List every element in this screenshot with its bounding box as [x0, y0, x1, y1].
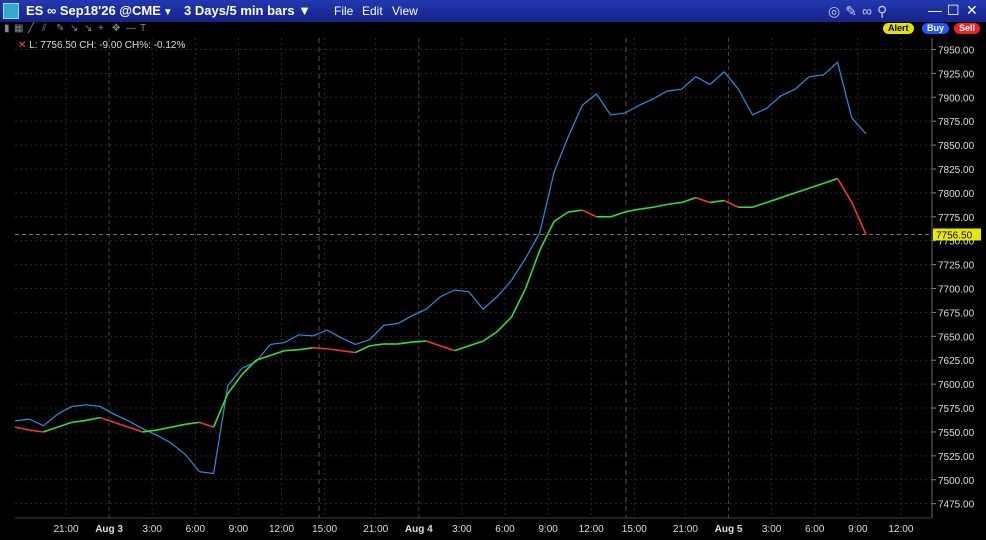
series-segment [794, 187, 810, 194]
series-segment [426, 340, 441, 347]
x-tick-label: 9:00 [848, 524, 868, 535]
x-tick-label: 21:00 [673, 524, 698, 535]
series-segment [780, 192, 796, 199]
series-segment [412, 340, 427, 343]
series-segment [766, 196, 782, 204]
x-tick-label: 3:00 [762, 524, 782, 535]
y-tick-label: 7550.00 [938, 428, 975, 439]
x-tick-label: 12:00 [579, 524, 604, 535]
series-segment [468, 340, 484, 347]
y-tick-label: 7525.00 [938, 452, 975, 463]
series-segment [667, 201, 682, 206]
series-segment [397, 341, 413, 345]
x-tick-label: 6:00 [186, 524, 206, 535]
y-tick-label: 7500.00 [938, 476, 975, 487]
series-segment [653, 203, 668, 209]
x-tick-label: 6:00 [495, 524, 515, 535]
series-segment [369, 343, 384, 347]
y-tick-label: 7825.00 [938, 165, 975, 176]
series-segment [823, 177, 838, 185]
y-tick-label: 7850.00 [938, 141, 975, 152]
series-segment [695, 196, 711, 204]
y-tick-label: 7900.00 [938, 93, 975, 104]
y-tick-label: 7875.00 [938, 117, 975, 128]
series-segment [836, 178, 853, 203]
y-tick-label: 7600.00 [938, 380, 975, 391]
series-segment [312, 347, 328, 350]
series-segment [341, 349, 356, 354]
y-tick-label: 7675.00 [938, 308, 975, 319]
series-segment [723, 199, 739, 208]
series-segment [270, 349, 285, 357]
y-tick-label: 7650.00 [938, 332, 975, 343]
x-tick-label: 21:00 [53, 524, 78, 535]
x-tick-label: 12:00 [269, 524, 294, 535]
x-tick-label: 3:00 [452, 524, 472, 535]
series-segment [14, 426, 30, 431]
series-segment [85, 416, 101, 422]
x-tick-label: 9:00 [229, 524, 249, 535]
x-tick-label: 9:00 [538, 524, 558, 535]
series-segment [114, 421, 129, 428]
series-segment [524, 249, 541, 289]
x-tick-label: 15:00 [312, 524, 337, 535]
series-segment [142, 429, 157, 433]
series-segment [185, 421, 200, 426]
series-segment [170, 423, 186, 428]
price-tag-label: 7756.50 [936, 230, 973, 241]
series-segment [638, 206, 654, 210]
series-segment [255, 354, 271, 361]
x-tick-label: Aug 4 [405, 524, 433, 535]
series-segment [510, 288, 527, 318]
y-tick-label: 7475.00 [938, 500, 975, 511]
y-tick-label: 7950.00 [938, 45, 975, 56]
series-segment [851, 202, 867, 235]
series-segment [496, 316, 512, 333]
series-segment [809, 182, 824, 189]
series-segment [43, 426, 58, 433]
y-tick-label: 7700.00 [938, 285, 975, 296]
x-tick-label: 6:00 [805, 524, 825, 535]
series-segment [298, 347, 313, 351]
y-tick-label: 7725.00 [938, 261, 975, 272]
series-segment [212, 393, 229, 428]
series-segment [681, 196, 697, 204]
series-segment [284, 348, 299, 352]
y-tick-label: 7800.00 [938, 189, 975, 200]
series-segment [581, 209, 597, 218]
series-line-blue [14, 61, 867, 475]
series-segment [709, 199, 725, 204]
x-tick-label: 3:00 [142, 524, 162, 535]
series-segment [57, 421, 72, 428]
series-segment [610, 211, 626, 218]
price-chart[interactable]: 7950.00 7925.00 7900.00 7875.00 7850.00 7825.… [0, 0, 986, 540]
y-tick-label: 7625.00 [938, 356, 975, 367]
y-tick-label: 7575.00 [938, 404, 975, 415]
series-segment [440, 345, 455, 352]
x-tick-label: 21:00 [363, 524, 388, 535]
series-segment [71, 419, 87, 424]
series-segment [624, 208, 640, 213]
series-segment [199, 421, 214, 428]
y-tick-label: 7775.00 [938, 213, 975, 224]
y-tick-label: 7925.00 [938, 69, 975, 80]
series-segment [752, 201, 767, 209]
series-segment [99, 416, 115, 424]
series-segment [156, 426, 172, 431]
x-tick-label: Aug 5 [715, 524, 743, 535]
series-segment [568, 209, 583, 213]
x-tick-label: 15:00 [622, 524, 647, 535]
series-segment [326, 347, 342, 352]
series-segment [355, 345, 370, 354]
x-tick-label: Aug 3 [95, 524, 123, 535]
x-tick-label: 12:00 [888, 524, 913, 535]
